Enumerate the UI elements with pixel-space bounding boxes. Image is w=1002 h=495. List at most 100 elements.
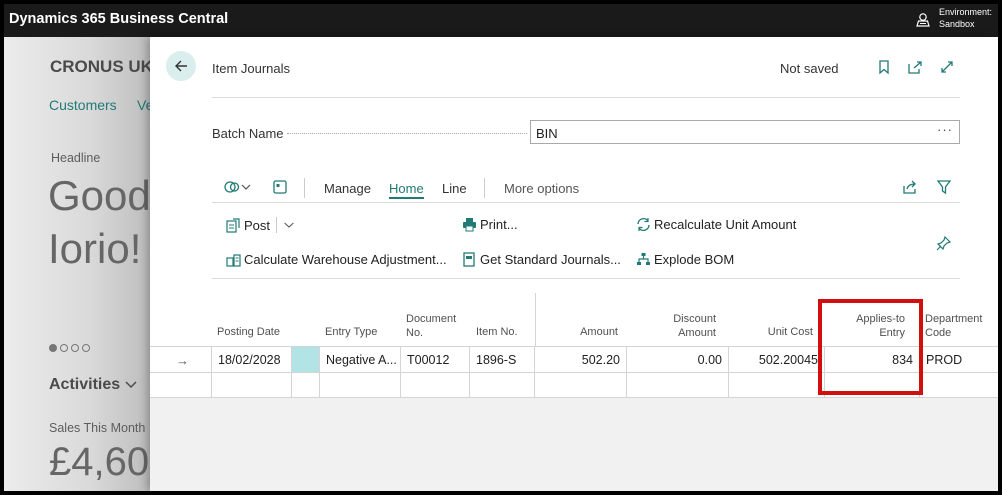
batch-name-field[interactable]: BIN ··· <box>530 120 960 144</box>
cell-empty[interactable] <box>292 373 320 398</box>
share-icon[interactable] <box>902 179 918 195</box>
col-entry-type[interactable]: Entry Type <box>325 325 377 339</box>
environment-icon[interactable] <box>915 12 931 28</box>
get-standard-journals-action[interactable]: Get Standard Journals... <box>462 252 621 267</box>
top-bar: Dynamics 365 Business Central Environmen… <box>4 4 998 37</box>
role-center-background: CRONUS UK Customers Ve Headline Good Ior… <box>4 37 150 491</box>
print-icon <box>463 218 476 232</box>
print-label: Print... <box>480 217 518 232</box>
item-journals-panel: Item Journals Not saved Batch Name BIN ·… <box>150 37 998 491</box>
tab-home[interactable]: Home <box>389 181 424 199</box>
bom-tree-icon <box>637 253 650 265</box>
cell-item-no[interactable]: 1896-S <box>470 347 535 372</box>
sales-this-month-label: Sales This Month <box>49 421 146 435</box>
tab-line[interactable]: Line <box>442 181 467 196</box>
cell-empty[interactable] <box>627 373 729 398</box>
nav-customers[interactable]: Customers <box>49 97 117 113</box>
cell-amount[interactable]: 502.20 <box>535 347 627 372</box>
get-standard-journals-label: Get Standard Journals... <box>480 252 621 267</box>
col-department-code-line2: Code <box>925 327 952 339</box>
save-status: Not saved <box>780 61 839 76</box>
screenshot-frame: Dynamics 365 Business Central Environmen… <box>4 4 998 491</box>
journal-icon <box>463 252 475 267</box>
col-document-no-line2: No. <box>406 327 424 339</box>
post-icon <box>226 217 240 233</box>
col-discount-amount[interactable]: Discount Amount <box>650 312 716 340</box>
col-discount-amount-line1: Discount <box>673 313 716 325</box>
post-action[interactable]: Post <box>226 217 295 233</box>
bookmark-icon[interactable] <box>876 59 892 75</box>
batch-name-label: Batch Name <box>212 126 284 141</box>
print-action[interactable]: Print... <box>462 217 518 232</box>
expand-icon[interactable] <box>939 59 955 75</box>
batch-name-lookup-button[interactable]: ··· <box>937 122 953 137</box>
explode-bom-label: Explode BOM <box>654 252 735 267</box>
environment-label-line1: Environment: <box>939 7 993 17</box>
col-discount-amount-line2: Amount <box>678 327 716 339</box>
pager-dot[interactable] <box>82 344 90 352</box>
page-view-icon[interactable] <box>272 179 288 195</box>
cell-empty[interactable] <box>212 373 292 398</box>
nav-vendors[interactable]: Ve <box>137 97 150 113</box>
col-unit-cost[interactable]: Unit Cost <box>750 325 813 339</box>
filter-icon[interactable] <box>936 179 952 195</box>
cell-discount-amount[interactable]: 0.00 <box>627 347 729 372</box>
activities-heading[interactable]: Activities <box>49 376 137 394</box>
more-options-button[interactable]: More options <box>504 181 579 196</box>
back-button[interactable] <box>166 51 196 81</box>
cell-empty[interactable] <box>470 373 535 398</box>
chevron-down-icon[interactable] <box>283 219 295 231</box>
cell-empty[interactable] <box>729 373 825 398</box>
cell-unit-cost[interactable]: 502.20045 <box>729 347 825 372</box>
process-icon[interactable] <box>224 179 240 195</box>
row-indicator[interactable] <box>150 373 212 398</box>
app-title: Dynamics 365 Business Central <box>9 11 229 27</box>
activities-label: Activities <box>49 376 121 393</box>
calculate-warehouse-adjustment-label: Calculate Warehouse Adjustment... <box>244 252 447 267</box>
arrow-right-icon: → <box>176 353 189 368</box>
row-indicator[interactable]: → <box>150 347 212 372</box>
action-bar-separator <box>484 178 485 198</box>
col-department-code[interactable]: Department Code <box>925 312 982 340</box>
chevron-down-icon <box>125 381 137 388</box>
headline-pager[interactable] <box>49 344 90 352</box>
cell-empty[interactable] <box>535 373 627 398</box>
cell-selected-empty[interactable] <box>292 347 320 372</box>
pager-dot[interactable] <box>60 344 68 352</box>
chevron-down-icon[interactable] <box>240 179 252 195</box>
environment-label[interactable]: Environment: Sandbox <box>939 6 992 30</box>
cell-empty[interactable] <box>401 373 470 398</box>
cell-empty[interactable] <box>320 373 401 398</box>
cell-entry-type[interactable]: Negative A... <box>320 347 401 372</box>
split-divider <box>276 217 278 233</box>
recalculate-unit-amount-action[interactable]: Recalculate Unit Amount <box>636 217 796 232</box>
recalculate-unit-amount-label: Recalculate Unit Amount <box>654 217 797 232</box>
panel-empty-area <box>150 393 998 491</box>
tab-manage[interactable]: Manage <box>324 181 371 196</box>
pin-icon[interactable] <box>936 235 952 251</box>
col-posting-date[interactable]: Posting Date <box>217 325 280 339</box>
action-bar: Manage Home Line More options <box>212 173 960 203</box>
col-document-no[interactable]: Document No. <box>406 312 456 340</box>
batch-name-value: BIN <box>536 126 558 141</box>
cell-empty[interactable] <box>920 373 998 398</box>
col-item-no[interactable]: Item No. <box>476 325 518 339</box>
pager-dot[interactable] <box>49 344 57 352</box>
actions-divider <box>212 278 960 279</box>
headline-label: Headline <box>51 151 101 165</box>
explode-bom-action[interactable]: Explode BOM <box>636 252 734 267</box>
greeting-line1: Good <box>48 172 150 219</box>
sales-this-month-value[interactable]: £4,60 <box>49 440 149 485</box>
applies-to-entry-highlight <box>818 299 923 395</box>
open-new-window-icon[interactable] <box>907 59 923 75</box>
cell-department-code[interactable]: PROD <box>920 347 998 372</box>
warehouse-calc-icon <box>226 254 241 267</box>
cell-document-no[interactable]: T00012 <box>401 347 470 372</box>
cell-posting-date[interactable]: 18/02/2028 <box>212 347 292 372</box>
post-label: Post <box>244 217 271 233</box>
calculate-warehouse-adjustment-action[interactable]: Calculate Warehouse Adjustment... <box>226 252 447 267</box>
pager-dot[interactable] <box>71 344 79 352</box>
col-amount[interactable]: Amount <box>560 325 618 339</box>
greeting-line2: Iorio! <box>48 225 142 272</box>
column-divider <box>535 293 536 346</box>
